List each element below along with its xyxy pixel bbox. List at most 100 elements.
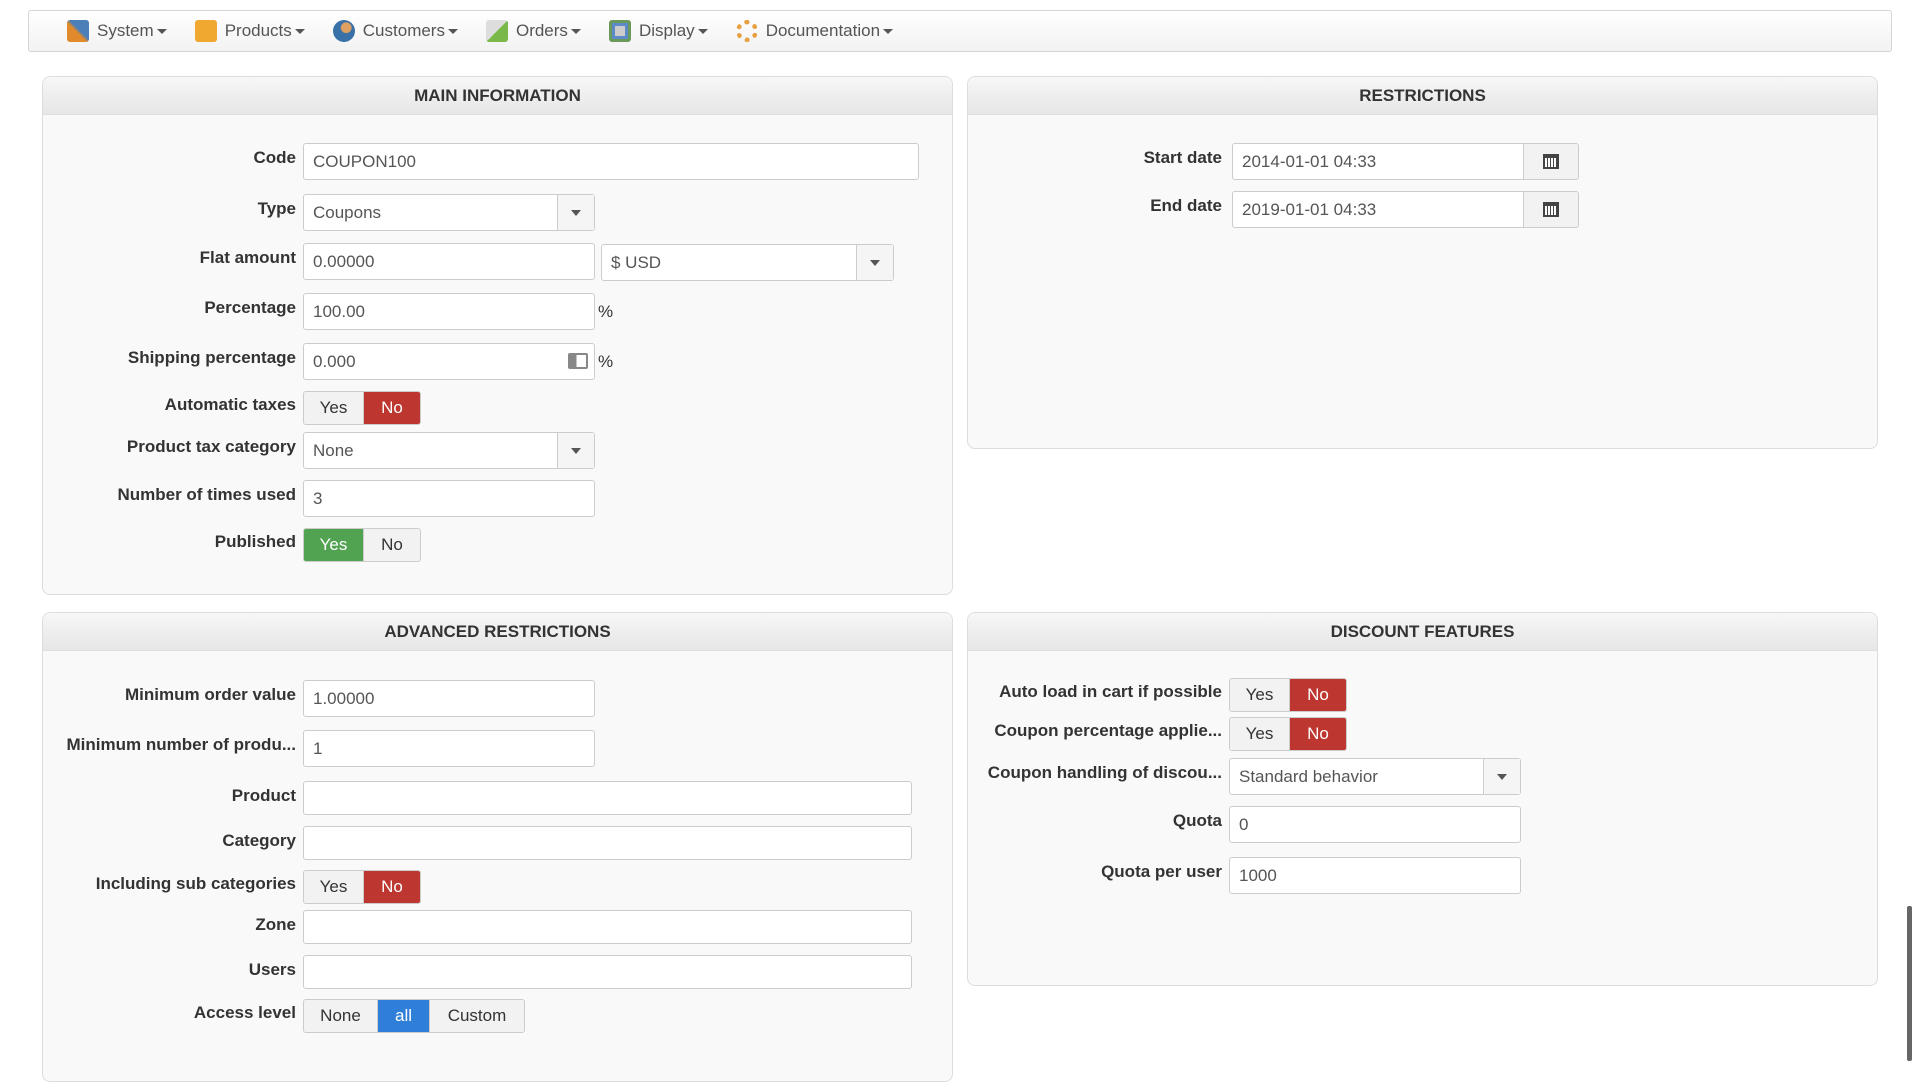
shipping-percentage-input[interactable]: 0.000: [303, 343, 595, 380]
access-all-option[interactable]: all: [378, 1000, 430, 1032]
users-label: Users: [248, 960, 296, 979]
type-select[interactable]: Coupons: [303, 194, 595, 231]
yes-option[interactable]: Yes: [304, 529, 364, 561]
sub-categories-toggle: Yes No: [303, 870, 421, 904]
access-custom-option[interactable]: Custom: [430, 1000, 524, 1032]
access-none-option[interactable]: None: [304, 1000, 378, 1032]
zone-label: Zone: [255, 915, 296, 934]
currency-select[interactable]: $ USD: [601, 244, 894, 281]
no-option[interactable]: No: [364, 529, 420, 561]
percent-sign: %: [598, 302, 614, 321]
no-option[interactable]: No: [1290, 718, 1346, 750]
display-icon: [608, 20, 631, 42]
quota-input[interactable]: 0: [1229, 806, 1521, 843]
auto-load-toggle: Yes No: [1229, 678, 1347, 712]
page-scrollbar[interactable]: [1907, 906, 1912, 1061]
coupon-handling-select[interactable]: Standard behavior: [1229, 758, 1521, 795]
lifebuoy-icon: [735, 20, 758, 42]
box-icon: [194, 20, 217, 42]
discount-features-panel: DISCOUNT FEATURES Auto load in cart if p…: [967, 612, 1878, 986]
start-date-input[interactable]: 2014-01-01 04:33: [1232, 143, 1524, 180]
menu-system[interactable]: System: [67, 20, 167, 42]
chevron-down-icon[interactable]: [1483, 759, 1520, 794]
access-level-label: Access level: [193, 1003, 296, 1022]
calendar-icon: [1543, 202, 1559, 217]
times-used-label: Number of times used: [117, 485, 296, 504]
caret-down-icon: [294, 28, 305, 34]
no-option[interactable]: No: [364, 392, 420, 424]
percentage-label: Percentage: [204, 298, 296, 317]
chevron-down-icon[interactable]: [557, 433, 594, 468]
quota-label: Quota: [1172, 811, 1222, 830]
yes-option[interactable]: Yes: [1230, 679, 1290, 711]
percentage-input[interactable]: 100.00: [303, 293, 595, 330]
coupon-handling-label: Coupon handling of discou...: [987, 763, 1222, 782]
users-input[interactable]: [303, 955, 912, 989]
menu-display[interactable]: Display: [608, 20, 708, 42]
zone-input[interactable]: [303, 910, 912, 944]
product-tax-category-select[interactable]: None: [303, 432, 595, 469]
panel-title: RESTRICTIONS: [968, 77, 1877, 115]
users-icon: [332, 20, 355, 42]
automatic-taxes-label: Automatic taxes: [164, 395, 296, 414]
flat-amount-label: Flat amount: [199, 248, 296, 267]
product-tax-category-label: Product tax category: [126, 437, 296, 456]
type-label: Type: [257, 199, 296, 218]
percent-sign: %: [598, 352, 614, 371]
chevron-down-icon[interactable]: [557, 195, 594, 230]
end-date-label: End date: [1150, 196, 1222, 215]
coupon-percentage-toggle: Yes No: [1229, 717, 1347, 751]
yes-option[interactable]: Yes: [304, 871, 364, 903]
published-toggle: Yes No: [303, 528, 421, 562]
category-label: Category: [222, 831, 296, 850]
shipping-percentage-label: Shipping percentage: [127, 348, 296, 367]
minimum-products-label: Minimum number of produ...: [66, 735, 296, 754]
quota-per-user-label: Quota per user: [1101, 862, 1222, 881]
calendar-button[interactable]: [1523, 143, 1579, 180]
product-input[interactable]: [303, 781, 912, 815]
automatic-taxes-toggle: Yes No: [303, 391, 421, 425]
caret-down-icon: [156, 28, 167, 34]
orders-icon: [485, 20, 508, 42]
no-option[interactable]: No: [364, 871, 420, 903]
flat-amount-input[interactable]: 0.00000: [303, 243, 595, 280]
code-label: Code: [253, 148, 297, 167]
menu-customers[interactable]: Customers: [332, 20, 458, 42]
code-input[interactable]: COUPON100: [303, 143, 919, 180]
sub-categories-label: Including sub categories: [95, 874, 296, 893]
menu-products[interactable]: Products: [194, 20, 305, 42]
menu-documentation[interactable]: Documentation: [735, 20, 894, 42]
panel-title: DISCOUNT FEATURES: [968, 613, 1877, 651]
yes-option[interactable]: Yes: [304, 392, 364, 424]
coupon-percentage-label: Coupon percentage applie...: [994, 721, 1222, 740]
minimum-order-input[interactable]: 1.00000: [303, 680, 595, 717]
end-date-input[interactable]: 2019-01-01 04:33: [1232, 191, 1524, 228]
contact-card-icon[interactable]: [568, 353, 588, 369]
tools-icon: [67, 20, 89, 42]
quota-per-user-input[interactable]: 1000: [1229, 857, 1521, 894]
panel-title: ADVANCED RESTRICTIONS: [43, 613, 952, 651]
caret-down-icon: [570, 28, 581, 34]
product-label: Product: [231, 786, 296, 805]
restrictions-panel: RESTRICTIONS Start date 2014-01-01 04:33…: [967, 76, 1878, 449]
times-used-input[interactable]: 3: [303, 480, 595, 517]
menu-orders[interactable]: Orders: [485, 20, 581, 42]
start-date-label: Start date: [1143, 148, 1222, 167]
access-level-toggle: None all Custom: [303, 999, 525, 1033]
published-label: Published: [214, 532, 296, 551]
chevron-down-icon[interactable]: [856, 245, 893, 280]
minimum-products-input[interactable]: 1: [303, 730, 595, 767]
category-input[interactable]: [303, 826, 912, 860]
yes-option[interactable]: Yes: [1230, 718, 1290, 750]
top-menu-bar: System Products Customers Orders Display…: [28, 10, 1892, 52]
calendar-button[interactable]: [1523, 191, 1579, 228]
caret-down-icon: [883, 28, 894, 34]
main-information-panel: MAIN INFORMATION Code COUPON100 Type Cou…: [42, 76, 953, 595]
minimum-order-label: Minimum order value: [125, 685, 296, 704]
calendar-icon: [1543, 154, 1559, 169]
no-option[interactable]: No: [1290, 679, 1346, 711]
caret-down-icon: [447, 28, 458, 34]
caret-down-icon: [697, 28, 708, 34]
panel-title: MAIN INFORMATION: [43, 77, 952, 115]
advanced-restrictions-panel: ADVANCED RESTRICTIONS Minimum order valu…: [42, 612, 953, 1082]
